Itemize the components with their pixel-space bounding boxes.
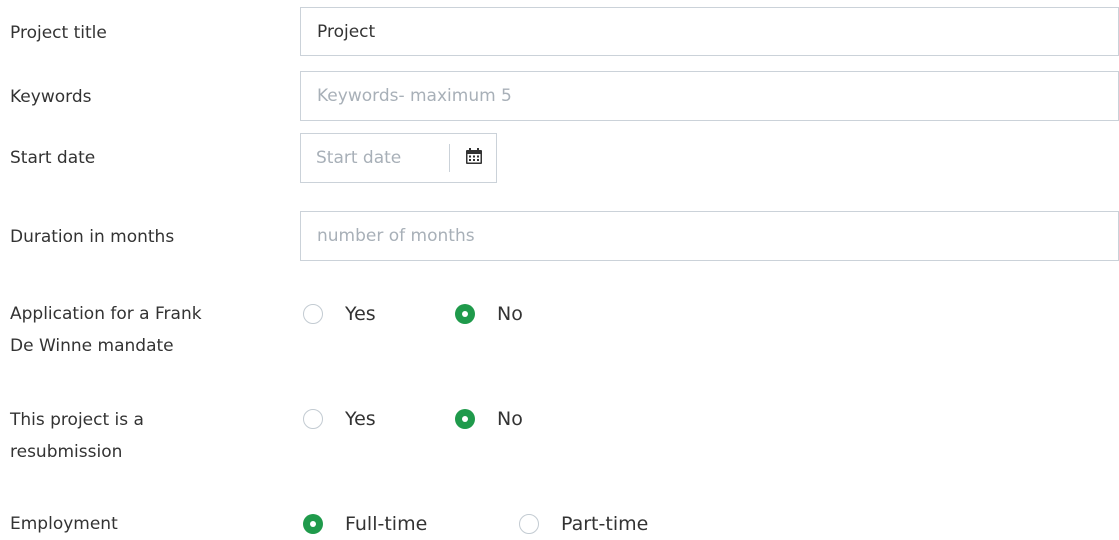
frank-de-winne-no-option[interactable]: No [455,303,523,325]
employment-label: Employment [10,514,118,534]
calendar-button[interactable] [453,134,495,182]
start-date-label: Start date [10,148,96,168]
employment-part-time-label: Part-time [561,513,649,535]
employment-full-time-label: Full-time [345,513,428,535]
resubmission-label-line1: This project is a [10,410,144,430]
frank-de-winne-yes-label: Yes [345,303,376,325]
resubmission-yes-option[interactable]: Yes [303,408,376,430]
resubmission-yes-radio[interactable] [303,409,323,429]
resubmission-no-label: No [497,408,523,430]
employment-part-time-option[interactable]: Part-time [519,513,648,535]
employment-full-time-option[interactable]: Full-time [303,513,427,535]
resubmission-label: This project is a resubmission [10,404,250,468]
frank-de-winne-label: Application for a Frank De Winne mandate [10,298,250,362]
duration-label: Duration in months [10,227,175,247]
frank-de-winne-label-line1: Application for a Frank [10,304,202,324]
frank-de-winne-yes-radio[interactable] [303,304,323,324]
start-date-field [300,133,497,183]
duration-input[interactable] [300,211,1119,261]
frank-de-winne-no-label: No [497,303,523,325]
resubmission-yes-label: Yes [345,408,376,430]
resubmission-no-radio[interactable] [455,409,475,429]
keywords-label: Keywords [10,87,92,107]
employment-part-time-radio[interactable] [519,514,539,534]
employment-full-time-radio[interactable] [303,514,323,534]
frank-de-winne-yes-option[interactable]: Yes [303,303,376,325]
project-title-label: Project title [10,23,107,43]
calendar-icon [465,147,483,169]
keywords-input[interactable] [300,71,1119,121]
resubmission-no-option[interactable]: No [455,408,523,430]
resubmission-label-line2: resubmission [10,442,123,462]
date-separator [449,144,450,172]
frank-de-winne-no-radio[interactable] [455,304,475,324]
frank-de-winne-label-line2: De Winne mandate [10,336,174,356]
project-title-input[interactable] [300,7,1119,56]
start-date-input[interactable] [301,134,449,182]
